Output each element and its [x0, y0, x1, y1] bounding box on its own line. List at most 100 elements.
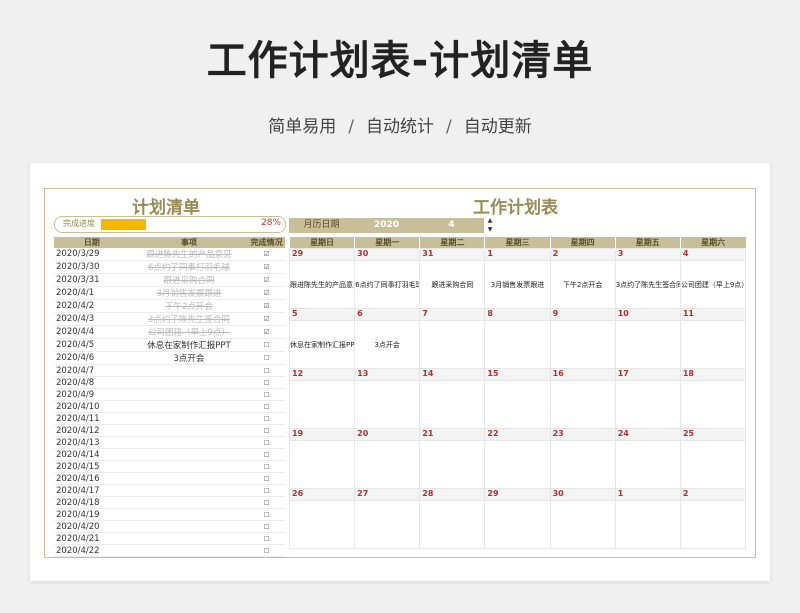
- row-checkbox[interactable]: ☐: [248, 532, 285, 545]
- calendar-day-number[interactable]: 1: [614, 488, 681, 501]
- row-date[interactable]: 2020/4/19: [54, 508, 130, 521]
- table-row[interactable]: 2020/4/10 ☐: [54, 400, 285, 413]
- calendar-event-cell[interactable]: [419, 440, 486, 489]
- row-checkbox[interactable]: ☐: [248, 351, 285, 365]
- calendar-event-cell[interactable]: 6点约了同事打羽毛球: [354, 260, 421, 309]
- spin-up-icon[interactable]: ▲: [486, 216, 494, 225]
- calendar-day-number[interactable]: 5: [288, 308, 356, 321]
- calendar-event-cell[interactable]: 跟进采购合同: [419, 260, 486, 309]
- row-task[interactable]: 跟进陈先生的产品意见: [129, 248, 249, 261]
- row-task[interactable]: 跟进采购合同: [129, 273, 249, 287]
- row-checkbox[interactable]: ☑: [248, 260, 285, 274]
- row-task[interactable]: [129, 532, 249, 545]
- row-checkbox[interactable]: ☐: [248, 520, 285, 533]
- row-checkbox[interactable]: ☐: [248, 460, 285, 473]
- row-task[interactable]: 下午2点开会: [129, 299, 249, 313]
- calendar-event-cell[interactable]: [614, 380, 681, 429]
- calendar-day-number[interactable]: 14: [419, 368, 486, 381]
- calendar-day-number[interactable]: 30: [549, 488, 616, 501]
- row-checkbox[interactable]: ☐: [248, 496, 285, 509]
- row-date[interactable]: 2020/4/22: [54, 544, 130, 557]
- calendar-event-cell[interactable]: [354, 380, 421, 429]
- row-date[interactable]: 2020/3/30: [54, 260, 130, 274]
- calendar-event-cell[interactable]: [614, 500, 681, 549]
- calendar-event-cell[interactable]: [549, 320, 616, 369]
- calendar-event-cell[interactable]: [419, 380, 486, 429]
- row-task[interactable]: [129, 448, 249, 461]
- calendar-event-cell[interactable]: 3月销售发票跟进: [484, 260, 551, 309]
- row-date[interactable]: 2020/4/1: [54, 286, 130, 300]
- calendar-day-number[interactable]: 4: [679, 248, 747, 261]
- calendar-day-number[interactable]: 18: [679, 368, 747, 381]
- row-date[interactable]: 2020/4/4: [54, 325, 130, 339]
- calendar-event-cell[interactable]: [614, 440, 681, 489]
- row-checkbox[interactable]: ☑: [248, 286, 285, 300]
- row-date[interactable]: 2020/4/7: [54, 364, 130, 377]
- row-task[interactable]: 6点约了同事打羽毛球: [129, 260, 249, 274]
- calendar-event-cell[interactable]: [354, 440, 421, 489]
- table-row[interactable]: 2020/4/18 ☐: [54, 496, 285, 509]
- calendar-day-number[interactable]: 27: [354, 488, 421, 501]
- column-header-task[interactable]: 事项: [129, 237, 249, 248]
- column-header-status[interactable]: 完成情况: [248, 237, 285, 248]
- calendar-day-number[interactable]: 16: [549, 368, 616, 381]
- calendar-day-number[interactable]: 9: [549, 308, 616, 321]
- table-row[interactable]: 2020/3/29 跟进陈先生的产品意见 ☑: [54, 248, 285, 261]
- calendar-event-cell[interactable]: [419, 320, 486, 369]
- calendar-day-number[interactable]: 29: [484, 488, 551, 501]
- row-task[interactable]: [129, 460, 249, 473]
- table-row[interactable]: 2020/4/21 ☐: [54, 532, 285, 545]
- month-spinner[interactable]: ▲ ▼: [486, 216, 494, 235]
- row-checkbox[interactable]: ☐: [248, 388, 285, 401]
- calendar-event-cell[interactable]: 3点约了陈先生签合同: [614, 260, 681, 309]
- calendar-day-number[interactable]: 25: [679, 428, 747, 441]
- calendar-day-number[interactable]: 26: [288, 488, 356, 501]
- row-task[interactable]: [129, 436, 249, 449]
- table-row[interactable]: 2020/4/14 ☐: [54, 448, 285, 461]
- row-date[interactable]: 2020/4/10: [54, 400, 130, 413]
- row-task[interactable]: [129, 544, 249, 557]
- row-date[interactable]: 2020/4/5: [54, 338, 130, 352]
- row-checkbox[interactable]: ☐: [248, 412, 285, 425]
- calendar-day-number[interactable]: 24: [614, 428, 681, 441]
- row-task[interactable]: [129, 400, 249, 413]
- table-row[interactable]: 2020/4/2 下午2点开会 ☑: [54, 299, 285, 313]
- calendar-event-cell[interactable]: [549, 380, 616, 429]
- row-date[interactable]: 2020/4/16: [54, 472, 130, 485]
- row-task[interactable]: [129, 412, 249, 425]
- table-row[interactable]: 2020/4/19 ☐: [54, 508, 285, 521]
- calendar-event-cell[interactable]: 3点开会: [354, 320, 421, 369]
- row-checkbox[interactable]: ☐: [248, 544, 285, 557]
- table-row[interactable]: 2020/4/4 公司团建（早上9点） ☑: [54, 325, 285, 339]
- calendar-day-number[interactable]: 28: [419, 488, 486, 501]
- row-task[interactable]: [129, 388, 249, 401]
- calendar-event-cell[interactable]: [484, 440, 551, 489]
- row-checkbox[interactable]: ☐: [248, 484, 285, 497]
- row-date[interactable]: 2020/4/8: [54, 376, 130, 389]
- row-task[interactable]: [129, 496, 249, 509]
- row-task[interactable]: 休息在家制作汇报PPT: [129, 338, 249, 352]
- row-task[interactable]: [129, 376, 249, 389]
- row-checkbox[interactable]: ☐: [248, 376, 285, 389]
- calendar-event-cell[interactable]: 跟进陈先生的产品意见: [288, 260, 356, 309]
- calendar-day-number[interactable]: 31: [419, 248, 486, 261]
- calendar-event-cell[interactable]: [484, 320, 551, 369]
- row-task[interactable]: 3点开会: [129, 351, 249, 365]
- table-row[interactable]: 2020/4/8 ☐: [54, 376, 285, 389]
- calendar-day-number[interactable]: 7: [419, 308, 486, 321]
- calendar-day-number[interactable]: 3: [614, 248, 681, 261]
- calendar-year-cell[interactable]: 2020: [354, 218, 419, 233]
- calendar-day-number[interactable]: 30: [354, 248, 421, 261]
- row-checkbox[interactable]: ☑: [248, 299, 285, 313]
- table-row[interactable]: 2020/4/20 ☐: [54, 520, 285, 533]
- table-row[interactable]: 2020/4/11 ☐: [54, 412, 285, 425]
- row-checkbox[interactable]: ☐: [248, 364, 285, 377]
- calendar-day-number[interactable]: 19: [288, 428, 356, 441]
- row-date[interactable]: 2020/4/12: [54, 424, 130, 437]
- row-date[interactable]: 2020/4/9: [54, 388, 130, 401]
- calendar-day-number[interactable]: 15: [484, 368, 551, 381]
- row-checkbox[interactable]: ☑: [248, 325, 285, 339]
- table-row[interactable]: 2020/4/5 休息在家制作汇报PPT ☐: [54, 338, 285, 352]
- row-checkbox[interactable]: ☑: [248, 248, 285, 261]
- row-task[interactable]: [129, 520, 249, 533]
